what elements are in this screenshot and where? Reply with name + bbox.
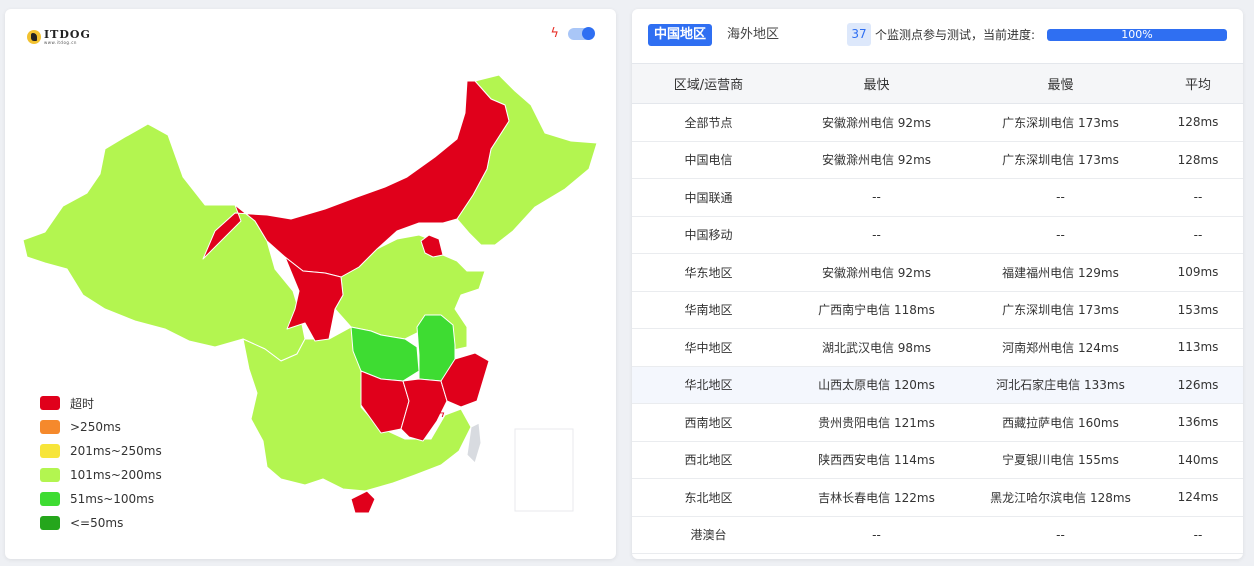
cell-region: 西北地区 xyxy=(632,441,785,479)
cell-fastest: 安徽滁州电信 92ms xyxy=(785,253,968,292)
south-china-sea-inset xyxy=(514,428,574,512)
table-row[interactable]: 东北地区 吉林长春电信 122ms 黑龙江哈尔滨电信 128ms 124ms xyxy=(632,478,1243,517)
cell-slowest: 广东深圳电信 173ms xyxy=(968,291,1153,329)
cell-fastest: 贵州贵阳电信 121ms xyxy=(785,403,968,442)
legend-swatch xyxy=(40,444,60,458)
legend-label: 51ms~100ms xyxy=(70,492,155,506)
legend-item[interactable]: 201ms~250ms xyxy=(40,439,162,463)
table-row[interactable]: 华东地区 安徽滁州电信 92ms 福建福州电信 129ms 109ms xyxy=(632,253,1243,292)
results-header: 中国地区 海外地区 37 个监测点参与测试，当前进度: 100% xyxy=(632,9,1243,63)
progress-label: 100% xyxy=(1121,29,1153,41)
table-row[interactable]: 中国移动 -- -- -- xyxy=(632,216,1243,254)
legend-swatch xyxy=(40,420,60,434)
cell-slowest: 河北石家庄电信 133ms xyxy=(968,366,1153,404)
cell-slowest: -- xyxy=(968,516,1153,554)
legend-item[interactable]: >250ms xyxy=(40,415,162,439)
cell-region: 港澳台 xyxy=(632,516,785,554)
cell-region: 中国联通 xyxy=(632,178,785,217)
cell-fastest: -- xyxy=(785,516,968,554)
cell-slowest: 宁夏银川电信 155ms xyxy=(968,441,1153,479)
legend-swatch xyxy=(40,492,60,506)
cell-average: 124ms xyxy=(1153,478,1243,517)
table-row[interactable]: 全部节点 安徽滁州电信 92ms 广东深圳电信 173ms 128ms xyxy=(632,103,1243,142)
legend-label: 超时 xyxy=(70,396,95,411)
cell-average: 136ms xyxy=(1153,403,1243,442)
legend-item[interactable]: <=50ms xyxy=(40,511,162,535)
cell-fastest: 安徽滁州电信 92ms xyxy=(785,141,968,179)
cell-average: -- xyxy=(1153,516,1243,554)
tab-domestic[interactable]: 中国地区 xyxy=(648,24,713,46)
cell-average: -- xyxy=(1153,216,1243,254)
region-hainan[interactable] xyxy=(350,490,376,514)
table-row[interactable]: 西北地区 陕西西安电信 114ms 宁夏银川电信 155ms 140ms xyxy=(632,441,1243,479)
cell-slowest: -- xyxy=(968,216,1153,254)
cell-region: 中国电信 xyxy=(632,141,785,179)
cell-average: 153ms xyxy=(1153,291,1243,329)
column-header-fastest[interactable]: 最快 xyxy=(785,63,968,104)
cell-average: 126ms xyxy=(1153,366,1243,404)
cell-fastest: 广西南宁电信 118ms xyxy=(785,291,968,329)
cell-fastest: 陕西西安电信 114ms xyxy=(785,441,968,479)
legend-item[interactable]: 51ms~100ms xyxy=(40,487,162,511)
table-row[interactable]: 华南地区 广西南宁电信 118ms 广东深圳电信 173ms 153ms xyxy=(632,291,1243,329)
cell-fastest: 湖北武汉电信 98ms xyxy=(785,328,968,367)
results-table-body: 全部节点 安徽滁州电信 92ms 广东深圳电信 173ms 128ms 中国电信 安徽滁州… xyxy=(632,103,1243,554)
legend-item[interactable]: 超时 xyxy=(40,391,162,415)
cell-average: 109ms xyxy=(1153,253,1243,292)
map-legend: 超时 >250ms 201ms~250ms 101ms~200ms 51ms~100ms… xyxy=(40,391,162,535)
legend-label: 201ms~250ms xyxy=(70,444,162,458)
cell-fastest: -- xyxy=(785,216,968,254)
column-header-region[interactable]: 区域/运营商 xyxy=(632,63,785,104)
cell-slowest: 福建福州电信 129ms xyxy=(968,253,1153,292)
results-panel: 中国地区 海外地区 37 个监测点参与测试，当前进度: 100% 区域/运营商 … xyxy=(632,9,1243,559)
cell-region: 华中地区 xyxy=(632,328,785,367)
legend-label: >250ms xyxy=(70,420,121,434)
legend-item[interactable]: 101ms~200ms xyxy=(40,463,162,487)
table-row[interactable]: 华中地区 湖北武汉电信 98ms 河南郑州电信 124ms 113ms xyxy=(632,328,1243,367)
node-count-text: 个监测点参与测试，当前进度: xyxy=(875,28,1036,42)
node-count-badge: 37 xyxy=(847,23,871,46)
cell-slowest: 河南郑州电信 124ms xyxy=(968,328,1153,367)
cell-average: -- xyxy=(1153,178,1243,217)
legend-swatch xyxy=(40,468,60,482)
cell-slowest: 黑龙江哈尔滨电信 128ms xyxy=(968,478,1153,517)
cell-region: 全部节点 xyxy=(632,103,785,142)
cell-average: 128ms xyxy=(1153,141,1243,179)
cell-average: 128ms xyxy=(1153,103,1243,142)
cell-slowest: 广东深圳电信 173ms xyxy=(968,103,1153,142)
cell-fastest: 安徽滁州电信 92ms xyxy=(785,103,968,142)
cell-average: 113ms xyxy=(1153,328,1243,367)
column-header-average[interactable]: 平均 xyxy=(1153,63,1243,104)
region-west[interactable] xyxy=(22,123,306,362)
table-row[interactable]: 中国电信 安徽滁州电信 92ms 广东深圳电信 173ms 128ms xyxy=(632,141,1243,179)
table-row[interactable]: 西南地区 贵州贵阳电信 121ms 西藏拉萨电信 160ms 136ms xyxy=(632,403,1243,442)
tab-overseas[interactable]: 海外地区 xyxy=(721,24,785,46)
results-table: 区域/运营商 最快 最慢 平均 全部节点 安徽滁州电信 92ms 广东深圳电信 17… xyxy=(632,63,1243,554)
cell-slowest: 广东深圳电信 173ms xyxy=(968,141,1153,179)
cell-region: 西南地区 xyxy=(632,403,785,442)
map-panel: ITDOG www.itdog.cn ϟ ϟ 超时 >250ms 201ms~2… xyxy=(5,9,616,559)
table-row[interactable]: 港澳台 -- -- -- xyxy=(632,516,1243,554)
map-lightning-icon: ϟ xyxy=(438,407,445,420)
cell-fastest: 吉林长春电信 122ms xyxy=(785,478,968,517)
legend-label: <=50ms xyxy=(70,516,124,530)
cell-region: 中国移动 xyxy=(632,216,785,254)
table-row[interactable]: 华北地区 山西太原电信 120ms 河北石家庄电信 133ms 126ms xyxy=(632,366,1243,404)
table-row[interactable]: 中国联通 -- -- -- xyxy=(632,178,1243,217)
cell-region: 东北地区 xyxy=(632,478,785,517)
cell-average: 140ms xyxy=(1153,441,1243,479)
legend-swatch xyxy=(40,396,60,410)
cell-region: 华北地区 xyxy=(632,366,785,404)
cell-slowest: 西藏拉萨电信 160ms xyxy=(968,403,1153,442)
cell-region: 华东地区 xyxy=(632,253,785,292)
legend-label: 101ms~200ms xyxy=(70,468,162,482)
legend-swatch xyxy=(40,516,60,530)
column-header-slowest[interactable]: 最慢 xyxy=(968,63,1153,104)
table-header-row: 区域/运营商 最快 最慢 平均 xyxy=(632,63,1243,104)
cell-fastest: -- xyxy=(785,178,968,217)
cell-region: 华南地区 xyxy=(632,291,785,329)
progress-bar: 100% xyxy=(1047,29,1227,41)
cell-slowest: -- xyxy=(968,178,1153,217)
cell-fastest: 山西太原电信 120ms xyxy=(785,366,968,404)
